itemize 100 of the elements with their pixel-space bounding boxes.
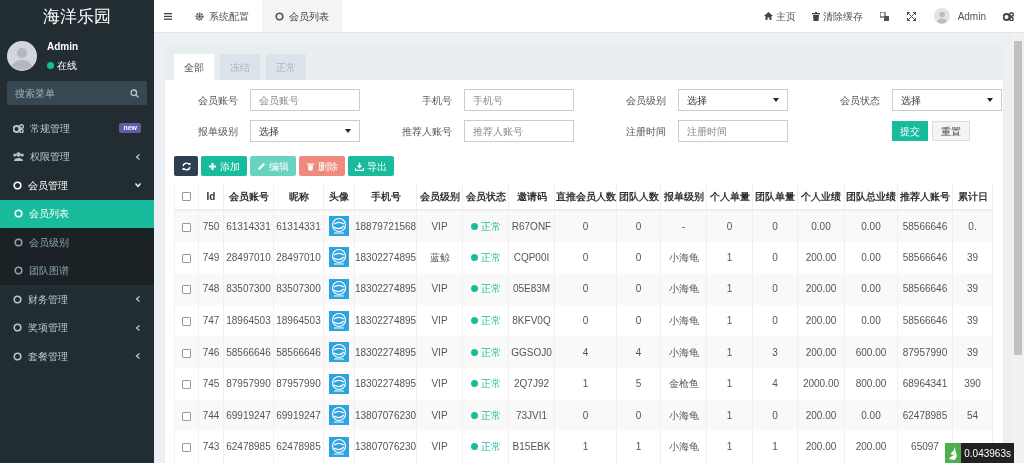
circle-icon <box>13 180 22 190</box>
circle-icon <box>14 209 23 219</box>
column-header[interactable]: 个人业绩 <box>797 183 845 210</box>
table-cell: 18879721568 <box>354 210 417 242</box>
sidebar-subitem[interactable]: 会员级别 <box>0 228 154 257</box>
text-field[interactable]: 手机号 <box>464 89 574 111</box>
table-cell: 390 <box>952 367 993 400</box>
table-cell: 87957990 <box>897 336 953 368</box>
table-cell: 200.00 <box>797 336 845 368</box>
table-cell: 87957990 <box>223 367 274 400</box>
dropdown-caret-icon <box>773 98 779 102</box>
select-field[interactable]: 选择 <box>678 89 788 111</box>
sidebar-subitem[interactable]: 团队图谱 <box>0 256 154 285</box>
page-tab[interactable]: 会员列表 <box>262 0 342 32</box>
column-header[interactable]: 手机号 <box>354 183 417 210</box>
trash-icon <box>811 11 820 21</box>
table-cell: 2Q7J92 <box>508 367 555 400</box>
avatar-icon <box>329 216 349 237</box>
text-field[interactable]: 注册时间 <box>678 120 788 142</box>
table-cell: 200.00 <box>797 273 845 305</box>
circle-icon <box>13 351 22 361</box>
table-cell: 83507300 <box>273 273 324 305</box>
status-dot-icon <box>470 317 478 325</box>
filter-tab[interactable]: 全部 <box>174 54 214 80</box>
download-icon <box>355 161 364 171</box>
row-checkbox[interactable] <box>182 222 191 232</box>
column-header[interactable]: 团队总业绩 <box>844 183 898 210</box>
table-cell: 小海龟 <box>660 273 707 305</box>
column-header[interactable]: 邀请码 <box>508 183 555 210</box>
reset-button[interactable]: 重置 <box>932 121 970 141</box>
app-logo: 海洋乐园 <box>42 5 112 28</box>
column-header[interactable]: 团队单量 <box>752 183 798 210</box>
nav-link[interactable]: 主页 <box>755 8 804 24</box>
field-label: 会员状态 <box>839 93 880 108</box>
row-checkbox[interactable] <box>182 411 191 421</box>
status-text: 正常 <box>480 440 501 455</box>
user-menu[interactable]: Admin <box>924 8 995 24</box>
page-tab[interactable]: 系统配置 <box>182 0 262 32</box>
table-cell: VIP <box>416 273 463 305</box>
sidebar-item[interactable]: 权限管理 <box>0 142 154 171</box>
table-cell: 0. <box>952 210 993 242</box>
scrollbar[interactable] <box>1012 33 1024 463</box>
status-text: 正常 <box>480 282 501 297</box>
status-text: 正常 <box>480 345 501 360</box>
column-header[interactable]: 会员账号 <box>223 183 274 210</box>
column-header[interactable]: 会员级别 <box>416 183 463 210</box>
nav-link[interactable]: 清除缓存 <box>803 8 871 24</box>
table-cell: 745 <box>198 367 224 400</box>
column-header[interactable]: 推荐人账号 <box>897 183 953 210</box>
table-cell: 2000.00 <box>797 367 845 400</box>
gear-icon <box>195 11 204 21</box>
sidebar-item[interactable]: 奖项管理 <box>0 313 154 342</box>
table-cell: GGSOJ0 <box>508 336 555 368</box>
select-all-checkbox[interactable] <box>182 192 191 202</box>
column-header[interactable]: 报单级别 <box>660 183 707 210</box>
table-cell: 58566646 <box>223 336 274 368</box>
table-cell: VIP <box>416 367 463 400</box>
table-cell: 62478985 <box>273 431 324 463</box>
table-cell: 0 <box>706 210 753 242</box>
status-dot-icon <box>470 380 478 388</box>
circle-icon <box>14 237 23 247</box>
scrollbar-thumb[interactable] <box>1014 41 1022 355</box>
row-checkbox[interactable] <box>182 348 191 358</box>
field-label: 会员级别 <box>625 93 666 108</box>
users-icon <box>13 152 24 162</box>
column-header[interactable]: 团队人数 <box>616 183 661 210</box>
column-header[interactable]: 会员状态 <box>462 183 509 210</box>
row-checkbox[interactable] <box>182 253 191 263</box>
table-cell: 58566646 <box>273 336 324 368</box>
row-checkbox[interactable] <box>182 443 191 453</box>
sidebar-item[interactable]: 财务管理 <box>0 285 154 314</box>
table-cell: 39 <box>952 336 993 368</box>
text-field[interactable]: 推荐人账号 <box>464 120 574 142</box>
select-field[interactable]: 选择 <box>892 89 1002 111</box>
avatar-icon <box>329 279 349 299</box>
status-text: 正常 <box>480 377 501 392</box>
table-cell: 61314331 <box>223 210 274 242</box>
table-cell: 1 <box>706 273 753 305</box>
table-cell: VIP <box>416 336 463 368</box>
column-header[interactable]: 直推会员人数 <box>554 183 617 210</box>
refresh-button[interactable] <box>174 156 198 176</box>
column-header[interactable]: 累计日 <box>952 183 993 210</box>
trace-badge[interactable]: 0.043963s <box>945 443 1014 463</box>
row-checkbox[interactable] <box>182 316 191 326</box>
search-field[interactable]: 搜索菜单 <box>7 81 147 105</box>
table-cell: 1 <box>752 431 798 463</box>
select-field[interactable]: 选择 <box>250 120 360 142</box>
column-header[interactable]: 个人单量 <box>706 183 753 210</box>
row-checkbox[interactable] <box>182 285 191 295</box>
online-dot-icon <box>47 62 54 69</box>
column-header[interactable]: Id <box>198 183 224 210</box>
table-cell: 1 <box>706 336 753 368</box>
text-field[interactable]: 会员账号 <box>250 89 360 111</box>
column-header[interactable]: 头像 <box>323 183 355 210</box>
table-cell: 39 <box>952 273 993 305</box>
sidebar-item[interactable]: 套餐管理 <box>0 342 154 371</box>
sidebar-item[interactable]: 会员管理 <box>0 171 154 200</box>
row-checkbox[interactable] <box>182 380 191 390</box>
table-cell: 18302274895 <box>354 367 417 400</box>
column-header[interactable]: 昵称 <box>273 183 324 210</box>
